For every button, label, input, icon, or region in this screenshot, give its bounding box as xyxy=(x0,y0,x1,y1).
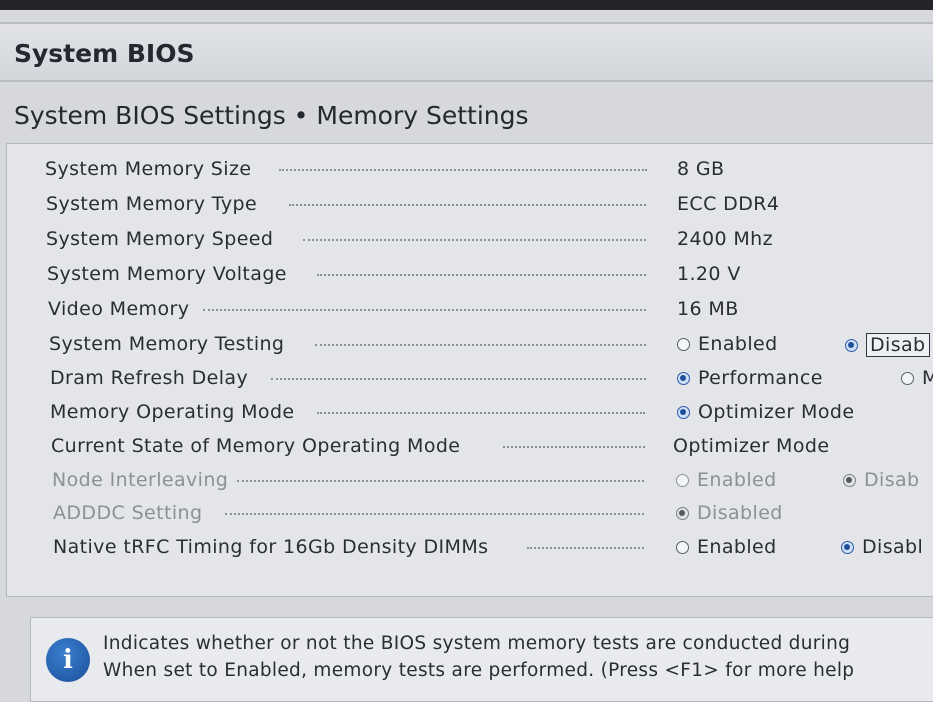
setting-row-dram-refresh-delay[interactable]: Dram Refresh Delay Performance M xyxy=(7,361,933,395)
setting-row-memory-voltage: System Memory Voltage 1.20 V xyxy=(7,257,933,291)
radio-selected-icon[interactable] xyxy=(841,540,854,554)
radio-option-performance[interactable]: Performance xyxy=(677,367,823,389)
radio-option-disabled[interactable]: Disabl xyxy=(841,536,923,558)
radio-option-disabled[interactable]: Disab xyxy=(845,333,930,357)
setting-label: ADDDC Setting xyxy=(53,502,209,524)
setting-row-memory-type: System Memory Type ECC DDR4 xyxy=(7,187,933,221)
leader-dots xyxy=(527,547,644,549)
setting-label: Current State of Memory Operating Mode xyxy=(51,435,467,457)
setting-row-video-memory: Video Memory 16 MB xyxy=(7,292,933,326)
leader-dots xyxy=(503,446,645,448)
radio-option-enabled: Enabled xyxy=(676,469,777,491)
leader-dots xyxy=(317,412,645,414)
radio-selected-icon xyxy=(676,506,689,520)
leader-dots xyxy=(203,309,646,311)
system-bios-header: System BIOS xyxy=(0,22,933,82)
leader-dots xyxy=(303,239,646,241)
help-text: Indicates whether or not the BIOS system… xyxy=(103,630,854,684)
setting-row-current-memory-mode: Current State of Memory Operating Mode O… xyxy=(7,429,933,463)
setting-value: 1.20 V xyxy=(677,263,741,285)
radio-option-enabled[interactable]: Enabled xyxy=(676,536,777,558)
leader-dots xyxy=(315,344,646,346)
radio-selected-icon[interactable] xyxy=(677,405,690,419)
setting-label: Memory Operating Mode xyxy=(50,401,301,423)
setting-label: Node Interleaving xyxy=(52,469,235,491)
setting-label: System Memory Size xyxy=(45,158,258,180)
setting-label: Native tRFC Timing for 16Gb Density DIMM… xyxy=(53,536,495,558)
setting-row-memory-testing[interactable]: System Memory Testing Enabled Disab xyxy=(7,327,933,361)
setting-label: Video Memory xyxy=(48,298,196,320)
setting-value: 16 MB xyxy=(677,298,739,320)
app-title: System BIOS xyxy=(14,39,195,68)
radio-selected-icon[interactable] xyxy=(677,371,690,385)
help-panel: i Indicates whether or not the BIOS syst… xyxy=(30,617,933,702)
help-line: Indicates whether or not the BIOS system… xyxy=(103,633,851,654)
radio-option-optimizer-mode[interactable]: Optimizer Mode xyxy=(677,401,854,423)
radio-option-disabled: Disab xyxy=(843,469,920,491)
settings-panel: System Memory Size 8 GB System Memory Ty… xyxy=(6,143,933,597)
radio-option-disabled: Disabled xyxy=(676,502,783,524)
leader-dots xyxy=(225,513,644,515)
leader-dots xyxy=(237,480,644,482)
radio-icon xyxy=(676,473,689,487)
radio-icon[interactable] xyxy=(676,540,689,554)
setting-label: Dram Refresh Delay xyxy=(50,367,255,389)
page-title: System BIOS Settings • Memory Settings xyxy=(14,101,529,130)
radio-option-other[interactable]: M xyxy=(901,367,933,389)
setting-label: System Memory Voltage xyxy=(47,263,293,285)
radio-option-enabled[interactable]: Enabled xyxy=(677,333,778,355)
help-line: When set to Enabled, memory tests are pe… xyxy=(103,660,855,681)
setting-row-memory-speed: System Memory Speed 2400 Mhz xyxy=(7,222,933,256)
setting-row-memory-size: System Memory Size 8 GB xyxy=(7,152,933,186)
setting-value: 8 GB xyxy=(677,158,725,180)
setting-row-native-trfc-timing[interactable]: Native tRFC Timing for 16Gb Density DIMM… xyxy=(7,530,933,564)
leader-dots xyxy=(289,204,646,206)
leader-dots xyxy=(271,378,646,380)
setting-label: System Memory Type xyxy=(46,193,264,215)
setting-row-node-interleaving: Node Interleaving Enabled Disab xyxy=(7,463,933,497)
setting-value: ECC DDR4 xyxy=(677,193,780,215)
radio-icon[interactable] xyxy=(677,337,690,351)
radio-icon[interactable] xyxy=(901,371,914,385)
leader-dots xyxy=(279,169,647,171)
setting-label: System Memory Speed xyxy=(46,228,280,250)
setting-value: Optimizer Mode xyxy=(673,435,830,457)
setting-value: 2400 Mhz xyxy=(677,228,774,250)
radio-selected-icon xyxy=(843,473,856,487)
radio-selected-icon[interactable] xyxy=(845,338,858,352)
leader-dots xyxy=(317,274,646,276)
setting-row-memory-operating-mode[interactable]: Memory Operating Mode Optimizer Mode xyxy=(7,395,933,429)
setting-label: System Memory Testing xyxy=(49,333,291,355)
setting-row-adddc-setting: ADDDC Setting Disabled xyxy=(7,496,933,530)
focused-option-label: Disab xyxy=(866,333,930,357)
top-bezel xyxy=(0,0,933,10)
info-icon: i xyxy=(46,638,90,682)
